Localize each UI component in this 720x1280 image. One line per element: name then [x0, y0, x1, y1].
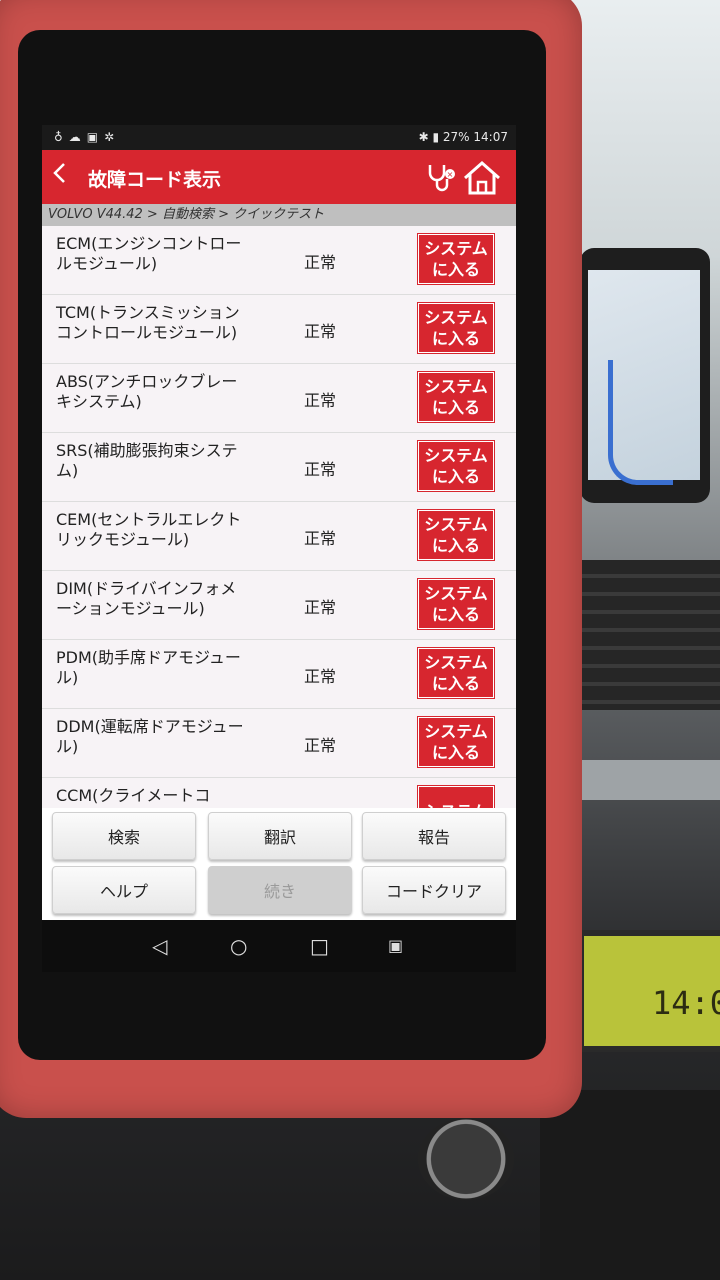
action-buttons: 検索 翻訳 報告 ヘルプ 続き コードクリア: [42, 808, 516, 920]
app-screen: 故障コード表示 × VOLVO V44.42 > 自動検索 > クイックテスト …: [42, 150, 516, 920]
home-button[interactable]: [462, 160, 502, 200]
module-status: 正常: [304, 667, 337, 686]
list-item: SRS(補助膨張拘束システム) 正常 システム に入る: [42, 433, 516, 502]
clock: 14:07: [473, 130, 508, 144]
breadcrumb: VOLVO V44.42 > 自動検索 > クイックテスト: [42, 204, 516, 226]
car-clock-display: 14:08: [578, 930, 720, 1052]
enter-system-button[interactable]: システム に入る: [418, 303, 494, 353]
list-item: CEM(セントラルエレクトリックモジュール) 正常 システム に入る: [42, 502, 516, 571]
module-name: CCM(クライメートコ: [56, 786, 211, 805]
clear-codes-button[interactable]: コードクリア: [362, 866, 506, 914]
translate-button[interactable]: 翻訳: [208, 812, 352, 860]
enter-system-button[interactable]: システム: [418, 786, 494, 808]
module-name: TCM(トランスミッションコントロールモジュール): [56, 303, 240, 342]
bluetooth-icon: ✱: [418, 130, 429, 144]
module-name: ECM(エンジンコントロールモジュール): [56, 234, 242, 273]
battery-icon: ▮: [432, 130, 440, 144]
air-vent: [580, 560, 720, 710]
car-keypad: [540, 1090, 720, 1280]
screenshot-icon[interactable]: ▣: [388, 936, 403, 955]
module-name: DIM(ドライバインフォメーションモジュール): [56, 579, 237, 618]
module-status: 正常: [304, 391, 337, 410]
status-right: ✱ ▮ 27% 14:07: [419, 130, 508, 144]
chevron-left-icon: [53, 163, 65, 183]
car-navigation-screen: [580, 248, 710, 503]
module-name: PDM(助手席ドアモジュール): [56, 648, 241, 687]
back-button[interactable]: [52, 162, 66, 188]
report-button[interactable]: 報告: [362, 812, 506, 860]
car-clock-time: 14:08: [652, 984, 720, 1022]
module-name: CEM(セントラルエレクトリックモジュール): [56, 510, 242, 549]
triangle-back-icon[interactable]: ◁: [152, 934, 167, 958]
list-item: TCM(トランスミッションコントロールモジュール) 正常 システム に入る: [42, 295, 516, 364]
module-status: 正常: [304, 322, 337, 341]
module-status: 正常: [304, 253, 337, 272]
square-recent-icon[interactable]: □: [310, 934, 329, 958]
enter-system-button[interactable]: システム に入る: [418, 579, 494, 629]
enter-system-button[interactable]: システム に入る: [418, 372, 494, 422]
enter-system-button[interactable]: システム に入る: [418, 648, 494, 698]
notification-icons: ♁☁▣✲: [54, 130, 121, 144]
module-status: 正常: [304, 460, 337, 479]
module-status: 正常: [304, 598, 337, 617]
list-item: ABS(アンチロックブレーキシステム) 正常 システム に入る: [42, 364, 516, 433]
search-button[interactable]: 検索: [52, 812, 196, 860]
module-status: 正常: [304, 736, 337, 755]
enter-system-button[interactable]: システム に入る: [418, 234, 494, 284]
module-name: DDM(運転席ドアモジュール): [56, 717, 244, 756]
dashboard-trim: [580, 760, 720, 800]
status-bar: ♁☁▣✲ ✱ ▮ 27% 14:07: [42, 125, 516, 150]
navigation-map: [588, 270, 700, 485]
module-list[interactable]: ECM(エンジンコントロールモジュール) 正常 システム に入る TCM(トラン…: [42, 226, 516, 808]
module-name: SRS(補助膨張拘束システム): [56, 441, 238, 480]
enter-system-button[interactable]: システム に入る: [418, 441, 494, 491]
home-icon: [464, 160, 500, 195]
help-button[interactable]: ヘルプ: [52, 866, 196, 914]
list-item: PDM(助手席ドアモジュール) 正常 システム に入る: [42, 640, 516, 709]
app-bar: 故障コード表示 ×: [42, 150, 516, 204]
module-status: 正常: [304, 529, 337, 548]
continue-button[interactable]: 続き: [208, 866, 352, 914]
module-name: ABS(アンチロックブレーキシステム): [56, 372, 238, 411]
volume-knob: [418, 1118, 514, 1200]
diagnose-button[interactable]: ×: [426, 162, 460, 196]
battery-level: 27%: [442, 130, 470, 144]
list-item: DIM(ドライバインフォメーションモジュール) 正常 システム に入る: [42, 571, 516, 640]
svg-text:×: ×: [447, 170, 454, 179]
navigation-route: [608, 360, 673, 485]
enter-system-button[interactable]: システム に入る: [418, 510, 494, 560]
enter-system-button[interactable]: システム に入る: [418, 717, 494, 767]
list-item: ECM(エンジンコントロールモジュール) 正常 システム に入る: [42, 226, 516, 295]
stethoscope-icon: ×: [428, 165, 455, 192]
page-title: 故障コード表示: [88, 169, 222, 191]
list-item: DDM(運転席ドアモジュール) 正常 システム に入る: [42, 709, 516, 778]
circle-home-icon[interactable]: ○: [230, 934, 247, 958]
list-item: CCM(クライメートコ システム: [42, 778, 516, 808]
android-nav-bar: ◁ ○ □ ▣: [42, 920, 516, 972]
